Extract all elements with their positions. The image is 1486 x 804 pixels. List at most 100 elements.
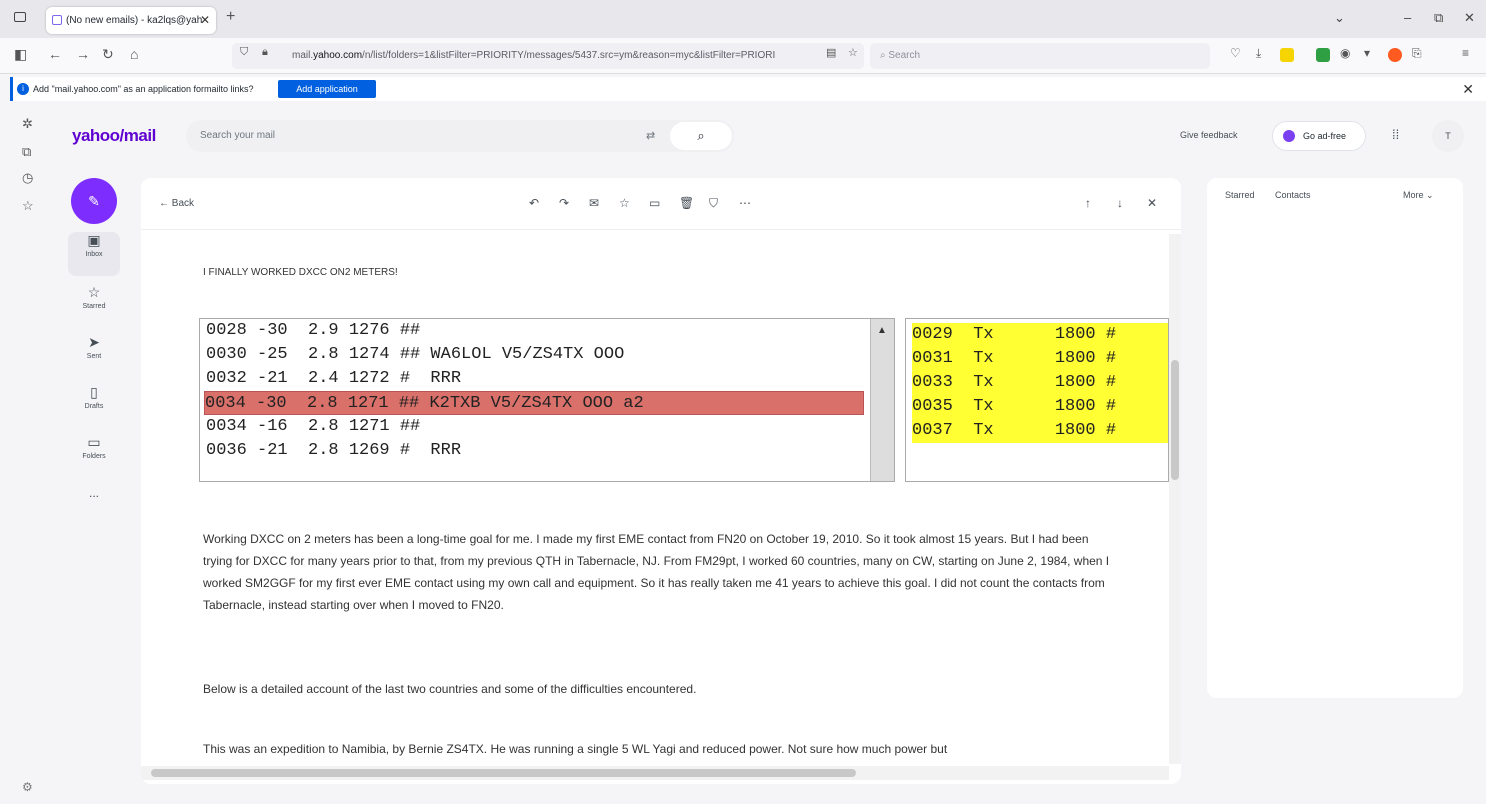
browser-search-placeholder: Search [888,50,921,61]
info-icon: i [17,83,29,95]
brave-extension-icon[interactable] [1388,48,1402,62]
nav-folders[interactable]: ▭ Folders [68,434,120,478]
mark-unread-icon[interactable]: ✉ [589,196,599,210]
forward-icon[interactable]: ↷ [559,196,569,210]
decode-row: 0034 -16 2.8 1271 ## [206,417,421,436]
scrollbar-thumb[interactable] [1171,360,1179,480]
pocket-icon[interactable]: ♡ [1230,46,1241,60]
maximize-button[interactable]: ⧉ [1434,10,1443,26]
tx-row: 0031 Tx 1800 # [912,347,1168,371]
contacts-tab[interactable]: Contacts [1275,190,1311,200]
message-vertical-scrollbar[interactable] [1169,234,1181,764]
next-message-icon[interactable]: ↓ [1117,196,1123,210]
shield-icon[interactable]: ⛉ [240,46,248,59]
tx-row: 0033 Tx 1800 # [912,371,1168,395]
delete-icon[interactable]: 🗑︎ [679,196,694,210]
menu-icon[interactable]: ≡ [1462,46,1469,60]
extensions-puzzle-icon[interactable]: ⎘ [1412,46,1422,61]
ai-chat-icon[interactable]: ✲ [22,116,33,132]
lock-icon[interactable]: 🔒︎ [262,46,268,59]
nav-drafts[interactable]: ▯ Drafts [68,384,120,428]
right-panel: Starred Contacts More ⌄ [1207,178,1463,698]
message-paragraph: This was an expedition to Namibia, by Be… [203,742,948,756]
scrollbar-thumb[interactable] [151,769,856,777]
settings-gear-icon[interactable]: ⚙ [22,780,33,794]
avatar[interactable]: T [1432,120,1464,152]
browser-search-input[interactable]: ⌕ Search [870,43,1210,69]
compose-button[interactable]: ✎ [71,178,117,224]
nav-sent[interactable]: ➤ Sent [68,334,120,378]
url-domain: yahoo.com [313,50,363,61]
previous-message-icon[interactable]: ↑ [1085,196,1091,210]
decode-row: 0036 -21 2.8 1269 # RRR [206,441,462,460]
search-icon[interactable]: ⌕ [670,122,732,150]
nav-starred[interactable]: ☆ Starred [68,284,120,328]
message-paragraph: Below is a detailed account of the last … [203,682,697,696]
download-icon[interactable]: ⤓ [1256,46,1261,61]
tab-close-icon[interactable]: ✕ [200,7,210,34]
reload-icon[interactable]: ↻ [102,46,114,63]
tx-row: 0037 Tx 1800 # [912,419,1168,443]
more-dropdown[interactable]: More ⌄ [1403,190,1434,201]
url-bar[interactable]: mail.yahoo.com/n/list/folders=1&listFilt… [232,43,864,69]
decode-row-highlighted: 0034 -30 2.8 1271 ## K2TXB V5/ZS4TX OOO … [204,391,864,415]
yahoo-mail-logo[interactable]: yahoo/mail [72,126,156,146]
go-ad-free-label: Go ad-free [1303,131,1347,141]
search-filter-icon[interactable]: ⇄ [646,120,655,152]
sidebar-toggle-icon[interactable] [14,12,26,22]
nav-inbox[interactable]: ▣ Inbox [68,232,120,276]
starred-tab[interactable]: Starred [1225,190,1255,200]
nav-more[interactable]: ... [68,486,120,530]
firefox-sidebar: ✲ ⧉ ◷ ☆ [0,104,56,804]
browser-nav-bar: ◧ ← → ↻ ⌂ mail.yahoo.com/n/list/folders=… [0,38,1486,74]
browser-tab[interactable]: (No new emails) - ka2lqs@yah ✕ [46,7,216,34]
account-icon[interactable]: ◉ [1340,46,1350,60]
mail-search-placeholder: Search your mail [200,130,276,141]
bookmark-star-icon[interactable]: ☆ [848,46,858,59]
back-button[interactable]: ← Back [159,198,194,209]
history-icon[interactable]: ◷ [22,170,33,186]
extension-icon[interactable] [1280,48,1294,62]
close-message-icon[interactable]: ✕ [1147,196,1157,210]
mail-search-input[interactable]: Search your mail ⇄ ⌕ [186,120,734,152]
apps-grid-icon[interactable]: ⁞⁞ [1392,127,1399,142]
reply-icon[interactable]: ↶ [529,196,539,210]
more-actions-icon[interactable]: ⋯ [739,196,751,210]
add-application-button[interactable]: Add application [278,80,376,98]
message-paragraph: Working DXCC on 2 meters has been a long… [203,532,1110,612]
tx-row: 0035 Tx 1800 # [912,395,1168,419]
sidebar-icon[interactable]: ◧ [14,46,27,63]
message-horizontal-scrollbar[interactable] [141,766,1169,780]
star-icon: ☆ [87,284,101,300]
star-message-icon[interactable]: ☆ [619,196,630,210]
list-all-tabs-icon[interactable]: ⌄ [1334,10,1345,26]
folder-icon: ▭ [87,434,101,450]
new-tab-button[interactable]: + [226,8,235,26]
chevron-up-icon: ▲ [877,325,887,336]
go-ad-free-button[interactable]: Go ad-free [1272,121,1366,151]
forward-arrow-icon[interactable]: → [76,46,90,62]
message-heading: I FINALLY WORKED DXCC ON2 METERS! [203,267,398,278]
close-window-button[interactable]: ✕ [1464,10,1475,26]
spam-icon[interactable]: ⛉ [709,196,718,211]
feed-icon[interactable]: ▾ [1364,46,1370,60]
nav-inbox-label: Inbox [85,251,103,258]
notification-close-icon[interactable]: ✕ [1462,77,1474,101]
back-arrow-icon[interactable]: ← [48,46,62,62]
nav-drafts-label: Drafts [84,403,104,410]
back-label: Back [171,198,195,209]
message-toolbar: ← Back ↶ ↷ ✉ ☆ ▭ 🗑︎ ⛉ ⋯ ↑ ↓ ✕ [141,178,1181,230]
synced-tabs-icon[interactable]: ⧉ [22,144,31,160]
bookmarks-icon[interactable]: ☆ [22,198,34,214]
url-path: /n/list/folders=1&listFilter=PRIORITY/me… [362,50,776,61]
home-icon[interactable]: ⌂ [130,46,138,62]
checkmark-extension-icon[interactable] [1316,48,1330,62]
nav-folders-label: Folders [82,453,106,460]
url-prefix: mail. [292,50,314,61]
nav-sent-label: Sent [86,353,102,360]
give-feedback-link[interactable]: Give feedback [1180,130,1238,140]
reader-view-icon[interactable]: ▤ [826,46,836,59]
message-body: I FINALLY WORKED DXCC ON2 METERS! 0028 -… [141,230,1169,768]
minimize-button[interactable]: – [1404,10,1411,25]
move-folder-icon[interactable]: ▭ [649,196,660,210]
